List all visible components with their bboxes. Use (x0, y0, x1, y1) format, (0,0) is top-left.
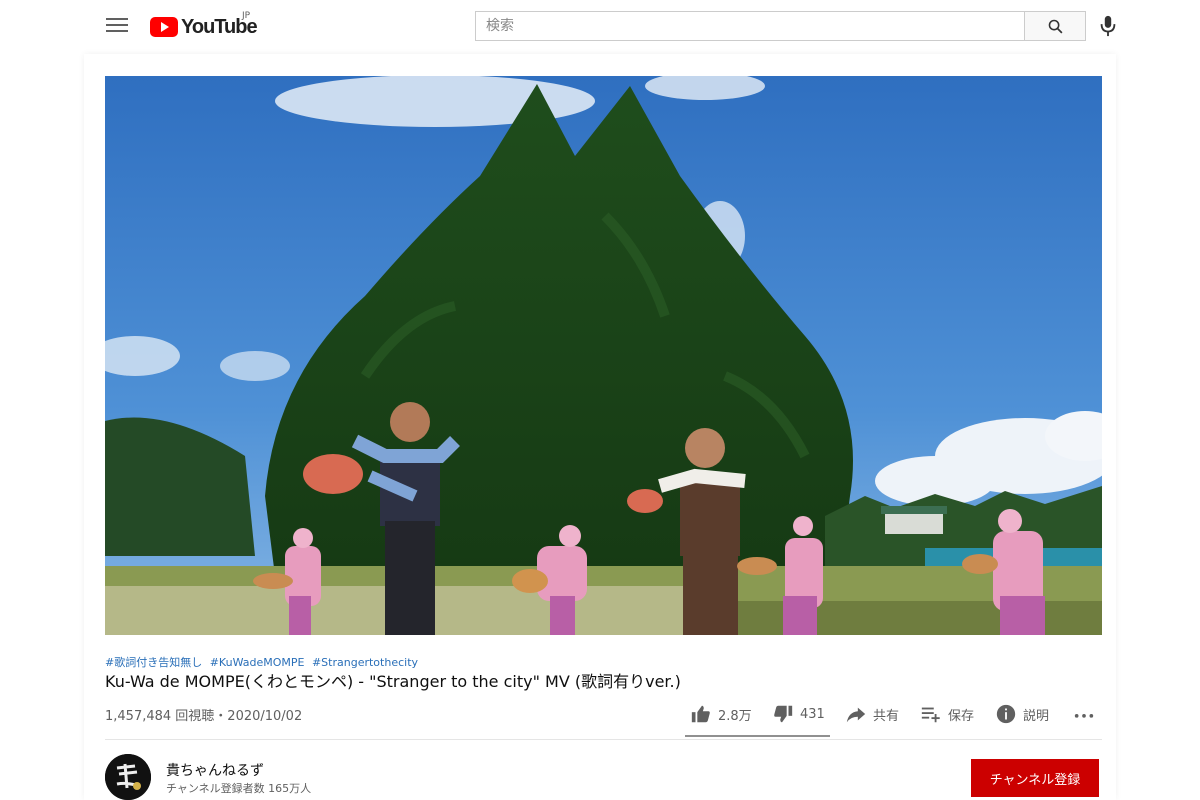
share-label: 共有 (873, 708, 900, 724)
dislike-count: 431 (800, 706, 825, 722)
search-box (475, 11, 1025, 41)
video-frame (105, 76, 1102, 635)
like-count: 2.8万 (718, 708, 752, 724)
channel-avatar-image (105, 754, 151, 800)
mic-icon (1100, 15, 1116, 37)
video-title: Ku-Wa de MOMPE(くわとモンペ) - "Stranger to th… (105, 672, 681, 691)
search-button[interactable] (1024, 11, 1086, 41)
youtube-logo[interactable]: YouTube (150, 14, 258, 40)
description-button[interactable]: 説明 (995, 700, 1049, 728)
region-label: JP (242, 11, 251, 21)
share-icon (846, 707, 866, 723)
playlist-add-icon (921, 707, 940, 723)
description-label: 説明 (1023, 708, 1050, 724)
like-button[interactable]: 2.8万 (690, 700, 752, 728)
save-label: 保存 (948, 708, 975, 724)
view-count-date: 1,457,484 回視聴・2020/10/02 (105, 709, 303, 724)
youtube-logo-icon (150, 17, 178, 37)
more-button[interactable] (1073, 700, 1101, 728)
thumb-down-icon (774, 705, 793, 723)
save-button[interactable]: 保存 (920, 700, 974, 728)
video-player[interactable] (105, 76, 1102, 635)
channel-name[interactable]: 貴ちゃんねるず (166, 760, 264, 780)
subscribe-button[interactable]: チャンネル登録 (971, 759, 1099, 797)
thumb-up-icon (691, 705, 710, 723)
mic-button[interactable] (1097, 14, 1119, 38)
more-icon (1074, 714, 1094, 718)
info-icon (996, 704, 1016, 724)
share-button[interactable]: 共有 (845, 700, 899, 728)
divider (105, 739, 1102, 740)
subscriber-count: チャンネル登録者数 165万人 (166, 782, 312, 795)
dislike-button[interactable]: 431 (772, 700, 825, 728)
like-ratio-bar (685, 735, 830, 737)
search-input[interactable] (476, 12, 1025, 40)
top-bar: YouTube JP (0, 0, 1200, 54)
menu-icon[interactable] (104, 14, 130, 40)
channel-avatar[interactable] (105, 754, 151, 800)
search-icon (1048, 19, 1063, 34)
